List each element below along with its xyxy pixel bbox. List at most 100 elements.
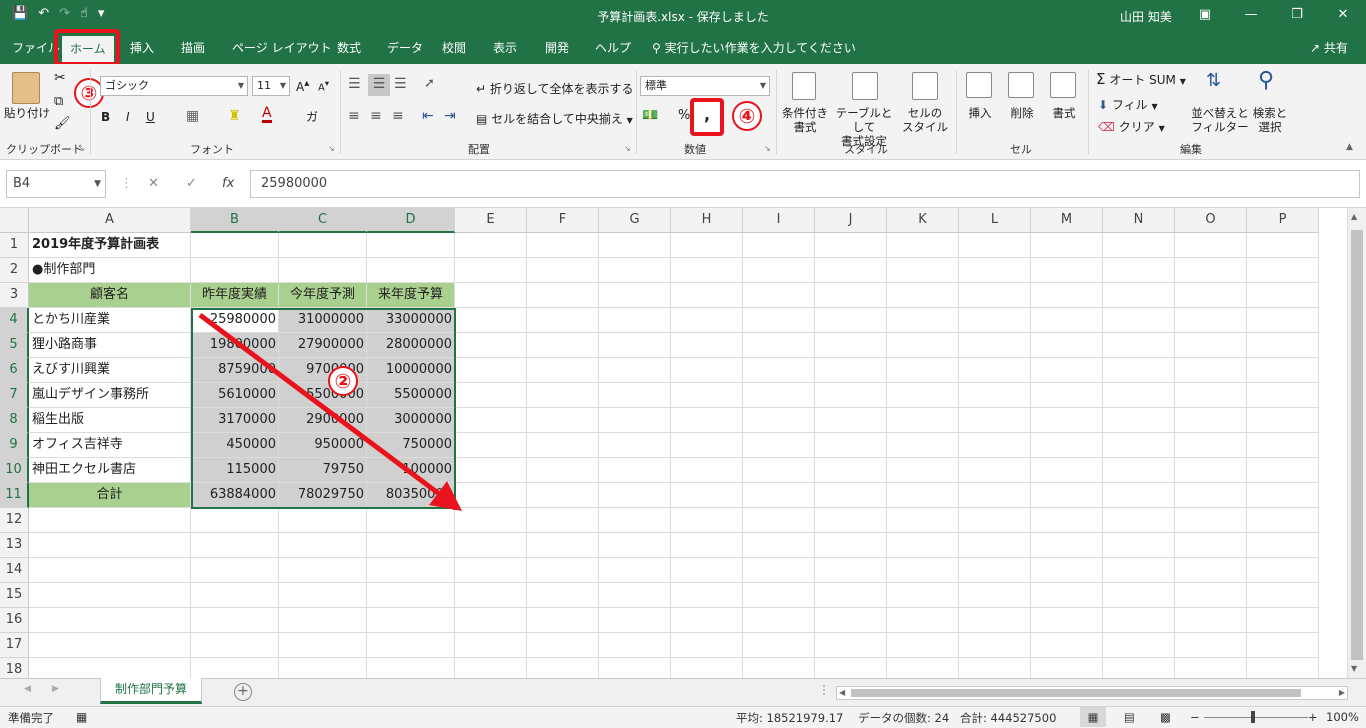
orientation-icon[interactable]: ➚ (424, 76, 435, 91)
delete-cells-button[interactable]: 削除 (1002, 106, 1042, 120)
font-name-combo[interactable]: ゴシック ▼ (100, 76, 248, 96)
align-left-icon[interactable]: ≡ (348, 108, 360, 124)
share-button[interactable]: ↗ 共有 (1310, 32, 1348, 64)
add-sheet-button[interactable]: + (234, 683, 252, 701)
tab-developer[interactable]: 開発 (537, 32, 577, 64)
wrap-text-button[interactable]: ↵ 折り返して全体を表示する (476, 80, 634, 97)
more-icon: ⋮ (120, 176, 133, 191)
tab-view[interactable]: 表示 (485, 32, 525, 64)
tab-help[interactable]: ヘルプ (587, 32, 639, 64)
tab-insert[interactable]: 挿入 (122, 32, 162, 64)
currency-icon[interactable]: 💵 (642, 108, 658, 123)
cancel-icon[interactable]: ✕ (148, 176, 159, 191)
borders-icon[interactable]: ▦ (186, 108, 199, 124)
clipboard-group-label: クリップボード (6, 143, 83, 156)
next-sheet-icon[interactable]: ▶ (52, 684, 59, 694)
chevron-down-icon: ▼ (94, 179, 101, 189)
vertical-scroll-thumb[interactable] (1351, 230, 1363, 660)
formula-input[interactable]: 25980000 (250, 170, 1360, 198)
align-bottom-icon[interactable]: ☰ (394, 76, 407, 92)
prev-sheet-icon[interactable]: ◀ (24, 684, 31, 694)
cut-icon[interactable]: ✂ (54, 70, 66, 86)
align-center-icon[interactable]: ≡ (370, 108, 382, 124)
tab-review[interactable]: 校閲 (434, 32, 474, 64)
zoom-in-icon[interactable]: + (1308, 710, 1318, 724)
find-select-icon: ⚲ (1258, 68, 1275, 93)
clear-button[interactable]: ⌫ クリア ▼ (1098, 118, 1165, 135)
tab-data[interactable]: データ (379, 32, 431, 64)
format-cells-icon (1050, 72, 1076, 98)
number-launcher-icon[interactable]: ↘ (764, 144, 771, 153)
align-middle-icon[interactable]: ☰ (368, 74, 390, 96)
number-format-combo[interactable]: 標準 ▼ (640, 76, 770, 96)
percent-button[interactable]: % (678, 108, 690, 123)
zoom-level[interactable]: 100% (1326, 710, 1359, 724)
format-cells-button[interactable]: 書式 (1044, 106, 1084, 120)
font-launcher-icon[interactable]: ↘ (328, 144, 335, 153)
tab-formulas[interactable]: 数式 (329, 32, 369, 64)
cell-styles-button[interactable]: セルの スタイル (898, 106, 952, 134)
enter-icon[interactable]: ✓ (186, 176, 197, 191)
insert-cells-button[interactable]: 挿入 (960, 106, 1000, 120)
paste-button[interactable]: 貼り付け (4, 106, 50, 120)
tell-me-search[interactable]: ⚲ 実行したい作業を入力してください (652, 32, 856, 64)
autosum-button[interactable]: Σ オート SUM ▼ (1096, 70, 1186, 88)
font-color-icon[interactable]: A (262, 106, 272, 123)
zoom-slider-thumb[interactable] (1251, 711, 1255, 723)
fill-color-icon[interactable]: ♜ (228, 108, 241, 124)
normal-view-icon[interactable]: ▦ (1080, 707, 1106, 727)
increase-font-icon[interactable]: A▴ (296, 78, 309, 94)
underline-button[interactable]: U (146, 110, 155, 124)
name-box[interactable]: B4 ▼ (6, 170, 106, 198)
close-button[interactable]: ✕ (1328, 4, 1358, 26)
horizontal-scrollbar[interactable]: ◀ ▶ (836, 686, 1348, 700)
restore-button[interactable]: ❐ (1282, 4, 1312, 26)
copy-icon[interactable]: ⧉ (54, 94, 63, 109)
worksheet-grid[interactable]: ABCDEFGHIJKLMNOP 1 2 3 4 5 6 7 8 9 10 11 12 13 14 15 16… (0, 208, 1366, 678)
font-size-combo[interactable]: 11 ▼ (252, 76, 290, 96)
align-right-icon[interactable]: ≡ (392, 108, 404, 124)
status-sum: 合計: 444527500 (960, 711, 1057, 725)
tab-draw[interactable]: 描画 (173, 32, 213, 64)
align-top-icon[interactable]: ☰ (348, 76, 361, 92)
editing-group-label: 編集 (1180, 143, 1202, 156)
zoom-slider[interactable] (1204, 717, 1308, 718)
insert-function-button[interactable]: fx (222, 176, 234, 191)
ribbon-display-options-icon[interactable]: ▣ (1190, 4, 1220, 26)
scroll-left-icon[interactable]: ◀ (839, 687, 845, 699)
step2-badge: ② (328, 366, 358, 396)
chevron-down-icon: ▼ (759, 81, 766, 90)
sheet-tab-active[interactable]: 制作部門予算 (100, 678, 202, 704)
scroll-down-icon[interactable]: ▼ (1351, 664, 1357, 673)
decrease-font-icon[interactable]: A▾ (318, 78, 329, 93)
alignment-launcher-icon[interactable]: ↘ (624, 144, 631, 153)
scroll-right-icon[interactable]: ▶ (1339, 687, 1345, 699)
user-name[interactable]: 山田 知美 (1120, 8, 1172, 25)
share-icon: ↗ (1310, 41, 1321, 55)
find-select-button[interactable]: 検索と 選択 (1248, 106, 1292, 134)
increase-indent-icon[interactable]: ⇥ (444, 108, 456, 124)
italic-button[interactable]: I (126, 110, 130, 124)
zoom-out-icon[interactable]: − (1190, 710, 1200, 724)
macro-record-icon[interactable]: ▦ (76, 710, 87, 724)
format-painter-icon[interactable]: 🖌 (54, 116, 71, 131)
paste-icon[interactable] (12, 72, 40, 104)
collapse-ribbon-icon[interactable]: ▲ (1346, 142, 1353, 152)
sort-filter-button[interactable]: 並べ替えと フィルター (1190, 106, 1250, 134)
decrease-indent-icon[interactable]: ⇤ (422, 108, 434, 124)
merge-center-button[interactable]: ▤ セルを結合して中央揃え ▼ (476, 110, 633, 127)
horizontal-scroll-thumb[interactable] (851, 689, 1301, 697)
bold-button[interactable]: B (101, 110, 110, 124)
phonetic-icon[interactable]: ガ (306, 108, 318, 125)
vertical-scrollbar[interactable]: ▲ ▼ (1347, 208, 1366, 678)
tab-page-layout[interactable]: ページ レイアウト (224, 32, 340, 64)
page-break-view-icon[interactable]: ▩ (1160, 710, 1171, 724)
scroll-up-icon[interactable]: ▲ (1351, 212, 1357, 221)
comma-style-button[interactable]: , (690, 98, 724, 136)
conditional-format-button[interactable]: 条件付き 書式 (778, 106, 832, 134)
minimize-button[interactable]: — (1236, 4, 1266, 26)
split-handle-icon[interactable]: ⋮ (818, 683, 830, 697)
page-layout-view-icon[interactable]: ▤ (1124, 710, 1135, 724)
fill-button[interactable]: ⬇ フィル ▼ (1098, 96, 1158, 113)
clipboard-launcher-icon[interactable]: ↘ (78, 144, 85, 153)
